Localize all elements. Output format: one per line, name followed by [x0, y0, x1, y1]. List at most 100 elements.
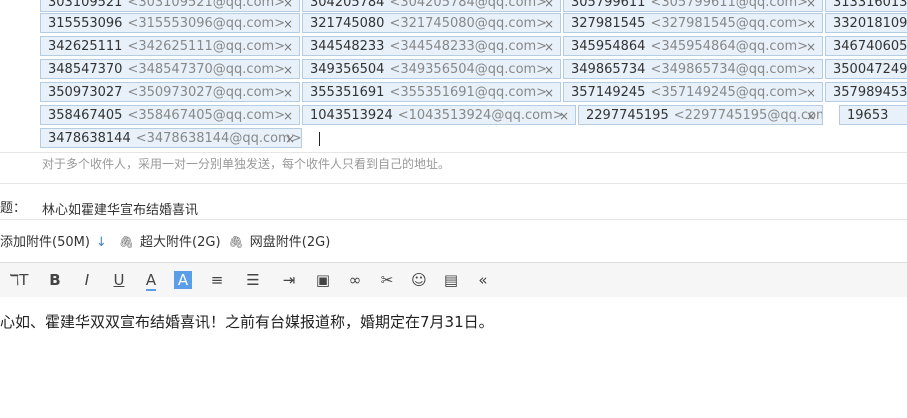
remove-recipient-icon[interactable]: ×: [544, 0, 554, 11]
recipient-number: 1043513924: [310, 108, 393, 123]
recipient-chip[interactable]: 358467405 <358467405@qq.com> ×: [40, 105, 300, 125]
template-glyph: ▤: [443, 271, 459, 289]
recipient-row: 3478638144 <3478638144@qq.com> ×: [40, 128, 907, 150]
remove-recipient-icon[interactable]: ×: [283, 60, 293, 78]
remove-recipient-icon[interactable]: ×: [283, 0, 293, 11]
emoji-icon[interactable]: ☺: [408, 269, 430, 291]
recipient-chip[interactable]: 349865734 <349865734@qq.com> ×: [563, 59, 823, 79]
recipient-row: 350973027 <350973027@qq.com> × 355351691 <35…: [40, 82, 907, 104]
recipient-chip[interactable]: 342625111 <342625111@qq.com> ×: [40, 36, 300, 56]
recipient-number: 345954864: [571, 39, 646, 54]
download-arrow-icon[interactable]: ↓: [96, 235, 107, 250]
recipient-chip[interactable]: 345954864 <345954864@qq.com> ×: [563, 36, 823, 56]
image-glyph: ▣: [315, 271, 331, 289]
recipient-number: 342625111: [48, 39, 123, 54]
underline-icon[interactable]: U: [108, 269, 130, 291]
recipient-chip[interactable]: 305799611 <305799611@qq.com> ×: [563, 0, 823, 12]
recipient-row: 348547370 <348547370@qq.com> × 349356504 <34…: [40, 59, 907, 81]
recipient-address: <2297745195@qq.com>: [673, 108, 822, 123]
highlight-color-icon[interactable]: A: [172, 269, 194, 291]
font-color-icon[interactable]: A: [140, 269, 162, 291]
remove-recipient-icon[interactable]: ×: [285, 129, 295, 147]
remove-recipient-icon[interactable]: ×: [806, 106, 816, 124]
recipient-chip[interactable]: 3478638144 <3478638144@qq.com> ×: [40, 128, 302, 148]
recipient-number: 315553096: [48, 16, 123, 31]
recipient-chip[interactable]: 315553096 <315553096@qq.com> ×: [40, 13, 300, 33]
remove-recipient-icon[interactable]: ×: [559, 106, 569, 124]
recipient-chip[interactable]: 344548233 <344548233@qq.com> ×: [302, 36, 561, 56]
recipient-number: 349356504: [310, 62, 385, 77]
remove-recipient-icon[interactable]: ×: [544, 37, 554, 55]
remove-recipient-icon[interactable]: ×: [544, 60, 554, 78]
recipient-address: <315553096@qq.com>: [127, 16, 286, 31]
remove-recipient-icon[interactable]: ×: [544, 83, 554, 101]
collapse-glyph: «: [478, 271, 488, 289]
remove-recipient-icon[interactable]: ×: [283, 83, 293, 101]
add-attachment-link[interactable]: 添加附件(50M): [0, 231, 90, 250]
recipient-address: <1043513924@qq.com>: [397, 108, 564, 123]
recipient-chip[interactable]: 2297745195 <2297745195@qq.com>×: [578, 105, 823, 125]
subject-input[interactable]: 林心如霍建华宣布结婚喜讯: [42, 199, 198, 218]
recipient-number: 349865734: [571, 62, 646, 77]
recipient-field[interactable]: 303109521 <303109521@qq.com> × 304205784 <30…: [40, 0, 907, 152]
disk-attachment-link[interactable]: 网盘附件(2G): [250, 231, 331, 250]
subject-label: 题：: [0, 201, 27, 216]
image-icon[interactable]: ▣: [312, 269, 334, 291]
recipient-address: <358467405@qq.com>: [127, 108, 286, 123]
text-cursor: [319, 132, 320, 146]
recipient-chip[interactable]: 355351691 <355351691@qq.com> ×: [302, 82, 561, 102]
recipient-chip[interactable]: 357149245 <357149245@qq.com> ×: [563, 82, 823, 102]
recipient-number: 357149245: [571, 85, 646, 100]
large-attachment-link[interactable]: 超大附件(2G): [140, 231, 221, 250]
recipient-number: 3478638144: [48, 131, 131, 146]
template-icon[interactable]: ▤: [440, 269, 462, 291]
recipient-chip[interactable]: 321745080 <321745080@qq.com> ×: [302, 13, 561, 33]
italic-icon[interactable]: I: [76, 269, 98, 291]
link-icon[interactable]: ∞: [344, 269, 366, 291]
recipient-number: 19653: [847, 108, 889, 123]
recipient-address: <304205784@qq.com>: [389, 0, 548, 10]
recipient-chip[interactable]: 349356504 <349356504@qq.com> ×: [302, 59, 561, 79]
recipient-chip[interactable]: 348547370 <348547370@qq.com> ×: [40, 59, 300, 79]
email-body[interactable]: 心如、霍建华双双宣布结婚喜讯！之前有台媒报道称，婚期定在7月31日。: [0, 311, 494, 332]
remove-recipient-icon[interactable]: ×: [544, 14, 554, 32]
screenshot-scissors-icon[interactable]: ✂: [376, 269, 398, 291]
recipient-address: <357149245@qq.com>: [650, 85, 809, 100]
recipient-chip[interactable]: 350973027 <350973027@qq.com> ×: [40, 82, 300, 102]
recipient-chip[interactable]: 313316013: [825, 0, 907, 12]
list-glyph: ☰: [246, 271, 260, 289]
italic-glyph: I: [84, 271, 90, 289]
recipient-chip[interactable]: 1043513924 <1043513924@qq.com> ×: [302, 105, 576, 125]
recipient-row: 342625111 <342625111@qq.com> × 344548233 <34…: [40, 36, 907, 58]
indent-icon[interactable]: ⇥: [278, 269, 300, 291]
remove-recipient-icon[interactable]: ×: [283, 14, 293, 32]
recipient-address: <349356504@qq.com>: [389, 62, 548, 77]
recipient-chip[interactable]: 332018109: [825, 13, 907, 33]
font-size-glyph: ℸT: [9, 271, 29, 289]
remove-recipient-icon[interactable]: ×: [283, 37, 293, 55]
remove-recipient-icon[interactable]: ×: [806, 83, 816, 101]
recipient-address: <321745080@qq.com>: [389, 16, 548, 31]
recipient-number: 348547370: [48, 62, 123, 77]
recipient-chip[interactable]: 303109521 <303109521@qq.com> ×: [40, 0, 300, 12]
bold-icon[interactable]: B: [44, 269, 66, 291]
screenshot-scissors-glyph: ✂: [380, 271, 394, 289]
recipient-chip[interactable]: 350047249: [825, 59, 907, 79]
remove-recipient-icon[interactable]: ×: [806, 14, 816, 32]
list-icon[interactable]: ☰: [242, 269, 264, 291]
recipient-number: 321745080: [310, 16, 385, 31]
recipient-chip[interactable]: 357989453: [825, 82, 907, 102]
recipient-address: <355351691@qq.com>: [389, 85, 548, 100]
recipient-chip[interactable]: 19653: [839, 105, 907, 125]
recipient-chip[interactable]: 327981545 <327981545@qq.com> ×: [563, 13, 823, 33]
collapse-icon[interactable]: «: [472, 269, 494, 291]
align-icon[interactable]: ≡: [206, 269, 228, 291]
font-size-icon[interactable]: ℸT: [8, 269, 30, 291]
remove-recipient-icon[interactable]: ×: [806, 37, 816, 55]
recipient-address: <342625111@qq.com>: [127, 39, 286, 54]
remove-recipient-icon[interactable]: ×: [806, 0, 816, 11]
recipient-chip[interactable]: 346740605: [825, 36, 907, 56]
remove-recipient-icon[interactable]: ×: [283, 106, 293, 124]
remove-recipient-icon[interactable]: ×: [806, 60, 816, 78]
recipient-chip[interactable]: 304205784 <304205784@qq.com> ×: [302, 0, 561, 12]
